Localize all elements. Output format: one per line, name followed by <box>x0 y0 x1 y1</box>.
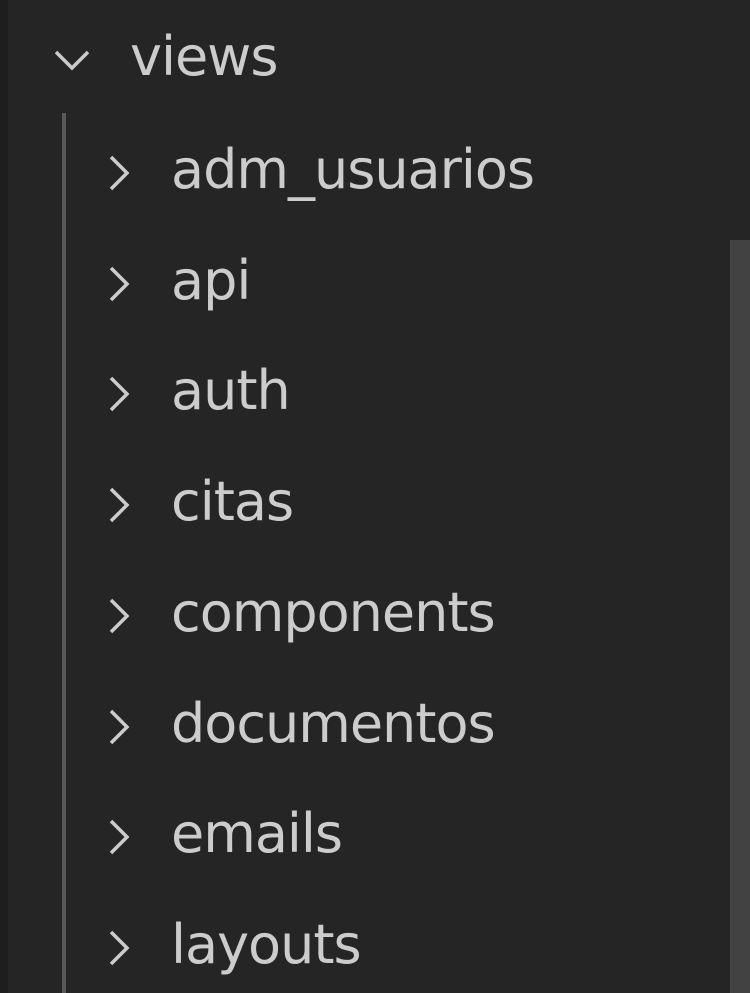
folder-item[interactable]: layouts <box>0 893 730 993</box>
folder-label: documentos <box>171 691 496 755</box>
folder-label: auth <box>171 359 291 423</box>
chevron-right-icon[interactable] <box>99 817 139 857</box>
chevron-down-icon[interactable] <box>52 40 92 80</box>
folder-label: components <box>171 580 496 644</box>
folder-item[interactable]: documentos <box>0 672 730 782</box>
folder-label: api <box>171 248 251 312</box>
chevron-right-icon[interactable] <box>99 264 139 304</box>
folder-label: layouts <box>171 912 362 976</box>
scrollbar-thumb[interactable] <box>730 240 750 993</box>
folder-label: views <box>130 25 278 88</box>
folder-item[interactable]: components <box>0 561 730 671</box>
chevron-right-icon[interactable] <box>99 928 139 968</box>
chevron-right-icon[interactable] <box>99 707 139 747</box>
folder-label: emails <box>171 802 343 866</box>
folder-item[interactable]: citas <box>0 450 730 560</box>
chevron-right-icon[interactable] <box>99 153 139 193</box>
file-explorer-tree: views adm_usuariosapi auth citas components… <box>0 0 750 993</box>
chevron-right-icon[interactable] <box>99 485 139 525</box>
folder-label: citas <box>171 470 294 534</box>
folder-item[interactable]: emails <box>0 782 730 892</box>
folder-label: adm_usuarios <box>171 138 535 201</box>
chevron-right-icon[interactable] <box>99 596 139 636</box>
folder-item[interactable]: api <box>0 229 730 339</box>
folder-views[interactable]: views <box>0 5 730 115</box>
folder-item[interactable]: auth <box>0 339 730 449</box>
folder-item[interactable]: adm_usuarios <box>0 118 730 228</box>
chevron-right-icon[interactable] <box>99 374 139 414</box>
